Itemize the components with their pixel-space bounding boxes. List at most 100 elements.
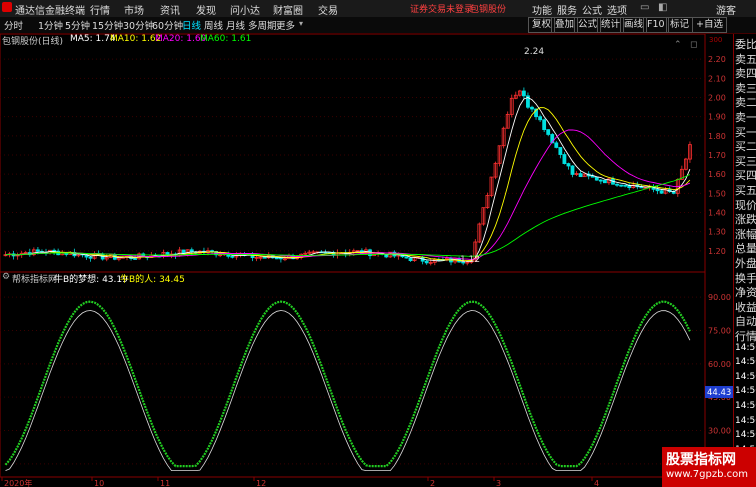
candle-body — [659, 190, 664, 194]
x-axis-label: 11 — [160, 479, 170, 487]
low-price-label: 1.12 — [460, 255, 480, 265]
app-title: 通达信金融终端 — [15, 6, 85, 17]
sidebar-item: 买二 — [735, 140, 756, 154]
kline-chart[interactable]: 2.20 2.10 2.00 1.90 1.80 1.70 1.60 1.50 1.40 1.30… — [0, 34, 733, 487]
mark-button[interactable]: 标记 — [666, 17, 694, 33]
period-30min[interactable]: 30分钟 — [123, 18, 154, 32]
watermark-title: 股票指标网 — [666, 452, 736, 468]
period-60min[interactable]: 60分钟 — [152, 18, 183, 32]
candle-body — [594, 176, 599, 181]
sidebar-item[interactable]: 行情 — [735, 328, 756, 344]
sidebar-item: 卖二 — [735, 96, 756, 110]
period-weekly[interactable]: 周线 — [204, 18, 223, 32]
period-5min[interactable]: 5分钟 — [65, 18, 90, 32]
candle-body — [578, 173, 583, 178]
ma-lines — [5, 97, 691, 262]
y-tick-label: 60.00 — [708, 360, 731, 369]
menu-item-news[interactable]: 资讯 — [160, 2, 180, 17]
app-logo-icon — [2, 2, 12, 12]
candle-body — [262, 256, 267, 259]
sidebar-item[interactable]: 14:56 — [735, 357, 756, 367]
y-tick-label: 2.20 — [708, 55, 726, 64]
candle-body — [554, 142, 559, 148]
candle-body — [603, 179, 607, 184]
indicator-line-dream — [4, 300, 691, 468]
candle-body — [570, 165, 575, 175]
period-toolbar: 分时 1分钟 5分钟 15分钟 30分钟 60分钟 日线 周线 月线 多周期 更… — [0, 17, 756, 34]
period-tick[interactable]: 分时 — [4, 18, 23, 32]
login-notice[interactable]: 证券交易未登录 — [410, 2, 473, 15]
x-axis-label: 10 — [94, 479, 104, 487]
sidebar-item: 净资 — [735, 286, 756, 300]
sidebar-item: 买三 — [735, 154, 756, 168]
sidebar-item[interactable]: 14:56 — [735, 430, 756, 440]
x-axis-label: 12 — [256, 479, 266, 487]
add-watchlist-button[interactable]: +自选 — [692, 17, 727, 33]
top-menu-bar: 通达信金融终端 行情 市场 资讯 发现 问小达 财富圈 交易 证券交易未登录 包… — [0, 0, 756, 18]
current-indicator-value: 44.43 — [707, 388, 731, 398]
candle-body — [522, 90, 526, 97]
y-tick-label: 1.50 — [708, 189, 726, 198]
menu-item-market[interactable]: 市场 — [124, 2, 144, 17]
y-tick-label: 2.10 — [708, 74, 726, 83]
ma-line-ma60 — [5, 174, 691, 257]
menu-formula[interactable]: 公式 — [582, 2, 602, 17]
sidebar-item[interactable]: 14:56 — [735, 372, 756, 382]
y-tick-label: 90.00 — [708, 293, 731, 302]
y-tick-label: 1.30 — [708, 228, 726, 237]
x-axis-label: 2 — [430, 479, 435, 487]
candle-body — [619, 184, 623, 187]
candle-body — [230, 255, 235, 258]
menu-function[interactable]: 功能 — [532, 2, 552, 17]
period-more[interactable]: 更多 — [276, 18, 295, 32]
menu-service[interactable]: 服务 — [557, 2, 577, 17]
y-tick-label: 1.40 — [708, 209, 726, 218]
candle-body — [165, 252, 170, 255]
period-multi[interactable]: 多周期 — [248, 18, 277, 32]
candle-body — [530, 106, 534, 110]
watermark-badge: 股票指标网 www.7gpzb.com — [662, 447, 756, 487]
period-15min[interactable]: 15分钟 — [92, 18, 123, 32]
menu-item-ask[interactable]: 问小达 — [230, 2, 260, 17]
sidebar-item[interactable]: 14:56 — [735, 401, 756, 411]
x-axis-label: 3 — [496, 479, 501, 487]
sidebar-item[interactable]: 自动 — [735, 313, 756, 329]
indicator-y-ticks: 90.0075.0060.0045.0030.0015.00 — [708, 293, 731, 469]
menu-item-wealth[interactable]: 财富圈 — [273, 2, 303, 17]
candle-body — [615, 183, 619, 186]
ma-line-ma5 — [5, 97, 691, 262]
candlestick-series — [3, 87, 692, 266]
minimize-icon[interactable]: ▭ — [640, 2, 649, 13]
guest-user[interactable]: 游客 — [716, 2, 736, 17]
period-daily[interactable]: 日线 — [182, 18, 201, 32]
top-right-value: 300 — [709, 36, 722, 44]
y-tick-label: 1.20 — [708, 247, 726, 256]
stock-link[interactable]: 包钢股份 — [470, 2, 506, 15]
menu-options[interactable]: 选项 — [607, 2, 627, 17]
sidebar-item: 涨跌 — [735, 213, 756, 227]
sidebar-item: 委比 — [735, 38, 756, 51]
candle-body — [546, 129, 551, 135]
f10-button[interactable]: F10 — [643, 17, 669, 33]
menu-item-discover[interactable]: 发现 — [196, 2, 216, 17]
period-monthly[interactable]: 月线 — [226, 18, 245, 32]
main-y-ticks: 2.20 2.10 2.00 1.90 1.80 1.70 1.60 1.50 1.40 1.30… — [708, 55, 726, 256]
collapse-icon[interactable]: ⌃ — [674, 40, 682, 50]
sidebar-item: 卖四 — [735, 67, 756, 81]
sidebar-item: 换手 — [735, 271, 756, 285]
y-tick-label: 30.00 — [708, 427, 731, 436]
expand-icon[interactable]: ◻ — [690, 40, 697, 50]
sidebar-item[interactable]: 14:56 — [735, 416, 756, 426]
candle-body — [274, 257, 279, 260]
candle-body — [538, 116, 542, 121]
sidebar-item[interactable]: 14:56 — [735, 386, 756, 396]
menu-item-trade[interactable]: 交易 — [318, 2, 338, 17]
candle-body — [408, 257, 413, 262]
restore-icon[interactable]: ◧ — [658, 2, 667, 13]
quote-sidebar: 委比 卖五 卖四 卖三 卖二 卖一 买一 买二 买三 买四 买五 现价 涨跌 涨幅 总量 外盘 换手 净资 收益 自动… — [733, 34, 756, 487]
y-tick-label: 2.00 — [708, 94, 726, 103]
period-1min[interactable]: 1分钟 — [38, 18, 63, 32]
menu-item-quotes[interactable]: 行情 — [90, 2, 110, 17]
y-tick-label: 1.90 — [708, 113, 726, 122]
sidebar-item[interactable]: 14:56 — [735, 343, 756, 353]
